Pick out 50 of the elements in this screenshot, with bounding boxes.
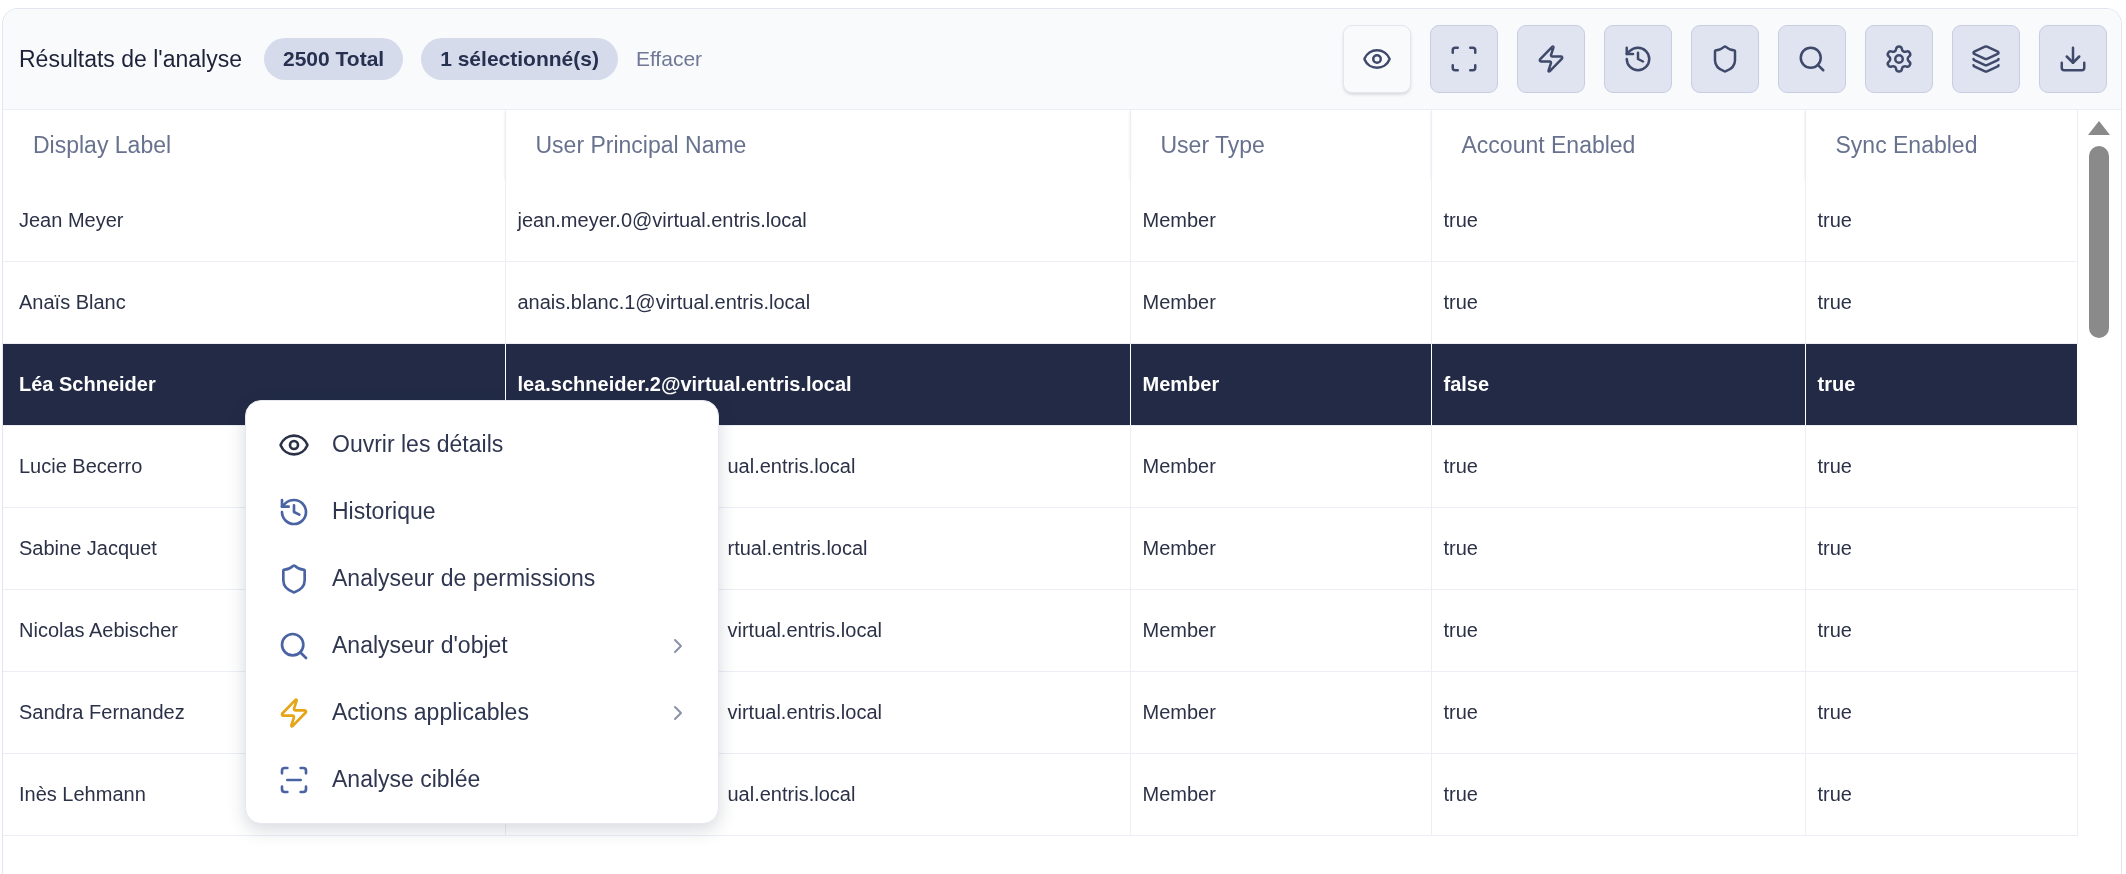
lightning-icon <box>278 696 310 729</box>
selected-count-badge: 1 sélectionné(s) <box>421 38 618 80</box>
settings-button[interactable] <box>1865 25 1933 93</box>
table-cell: true <box>1805 753 2077 836</box>
table-cell: Member <box>1130 261 1431 344</box>
table-cell: Jean Meyer <box>3 180 505 262</box>
table-cell: Member <box>1130 425 1431 508</box>
table-cell: Member <box>1130 589 1431 672</box>
layers-button[interactable] <box>1952 25 2020 93</box>
table-cell: true <box>1805 343 2077 426</box>
table-cell: true <box>1431 261 1805 344</box>
table-cell: anais.blanc.1@virtual.entris.local <box>505 261 1130 344</box>
download-icon <box>2058 44 2088 74</box>
clear-link[interactable]: Effacer <box>635 47 703 71</box>
table-cell: Member <box>1130 507 1431 590</box>
panel-title: Résultats de l'analyse <box>19 45 242 73</box>
table-cell: Member <box>1130 343 1431 426</box>
scrollbar-thumb[interactable] <box>2089 146 2110 338</box>
lightning-icon <box>1536 44 1566 74</box>
table-cell: true <box>1805 671 2077 754</box>
eye-button[interactable] <box>1343 25 1411 93</box>
table-cell: false <box>1431 343 1805 426</box>
table-cell: true <box>1805 425 2077 508</box>
table-cell: jean.meyer.0@virtual.entris.local <box>505 180 1130 262</box>
table-cell: true <box>1805 261 2077 344</box>
table-cell: true <box>1431 507 1805 590</box>
search-icon <box>1797 44 1827 74</box>
table-cell: Member <box>1130 671 1431 754</box>
total-count-badge: 2500 Total <box>264 38 404 80</box>
table-cell: true <box>1431 180 1805 262</box>
shield-button[interactable] <box>1691 25 1759 93</box>
table-cell: true <box>1431 425 1805 508</box>
history-button[interactable] <box>1604 25 1672 93</box>
history-icon <box>1623 44 1653 74</box>
table-cell: true <box>1431 753 1805 836</box>
table-cell: true <box>1805 180 2077 262</box>
search-button[interactable] <box>1778 25 1846 93</box>
table-cell: true <box>1431 589 1805 672</box>
table-cell: Anaïs Blanc <box>3 261 505 344</box>
lightning-button[interactable] <box>1517 25 1585 93</box>
table-cell: true <box>1805 507 2077 590</box>
table-cell: true <box>1431 671 1805 754</box>
download-button[interactable] <box>2039 25 2107 93</box>
table-cell: Member <box>1130 753 1431 836</box>
scroll-up-icon[interactable] <box>2087 120 2112 136</box>
settings-icon <box>1884 44 1914 74</box>
table-cell: Member <box>1130 180 1431 262</box>
layers-icon <box>1971 44 2001 74</box>
table-cell: true <box>1805 589 2077 672</box>
scan-icon <box>1449 44 1479 74</box>
